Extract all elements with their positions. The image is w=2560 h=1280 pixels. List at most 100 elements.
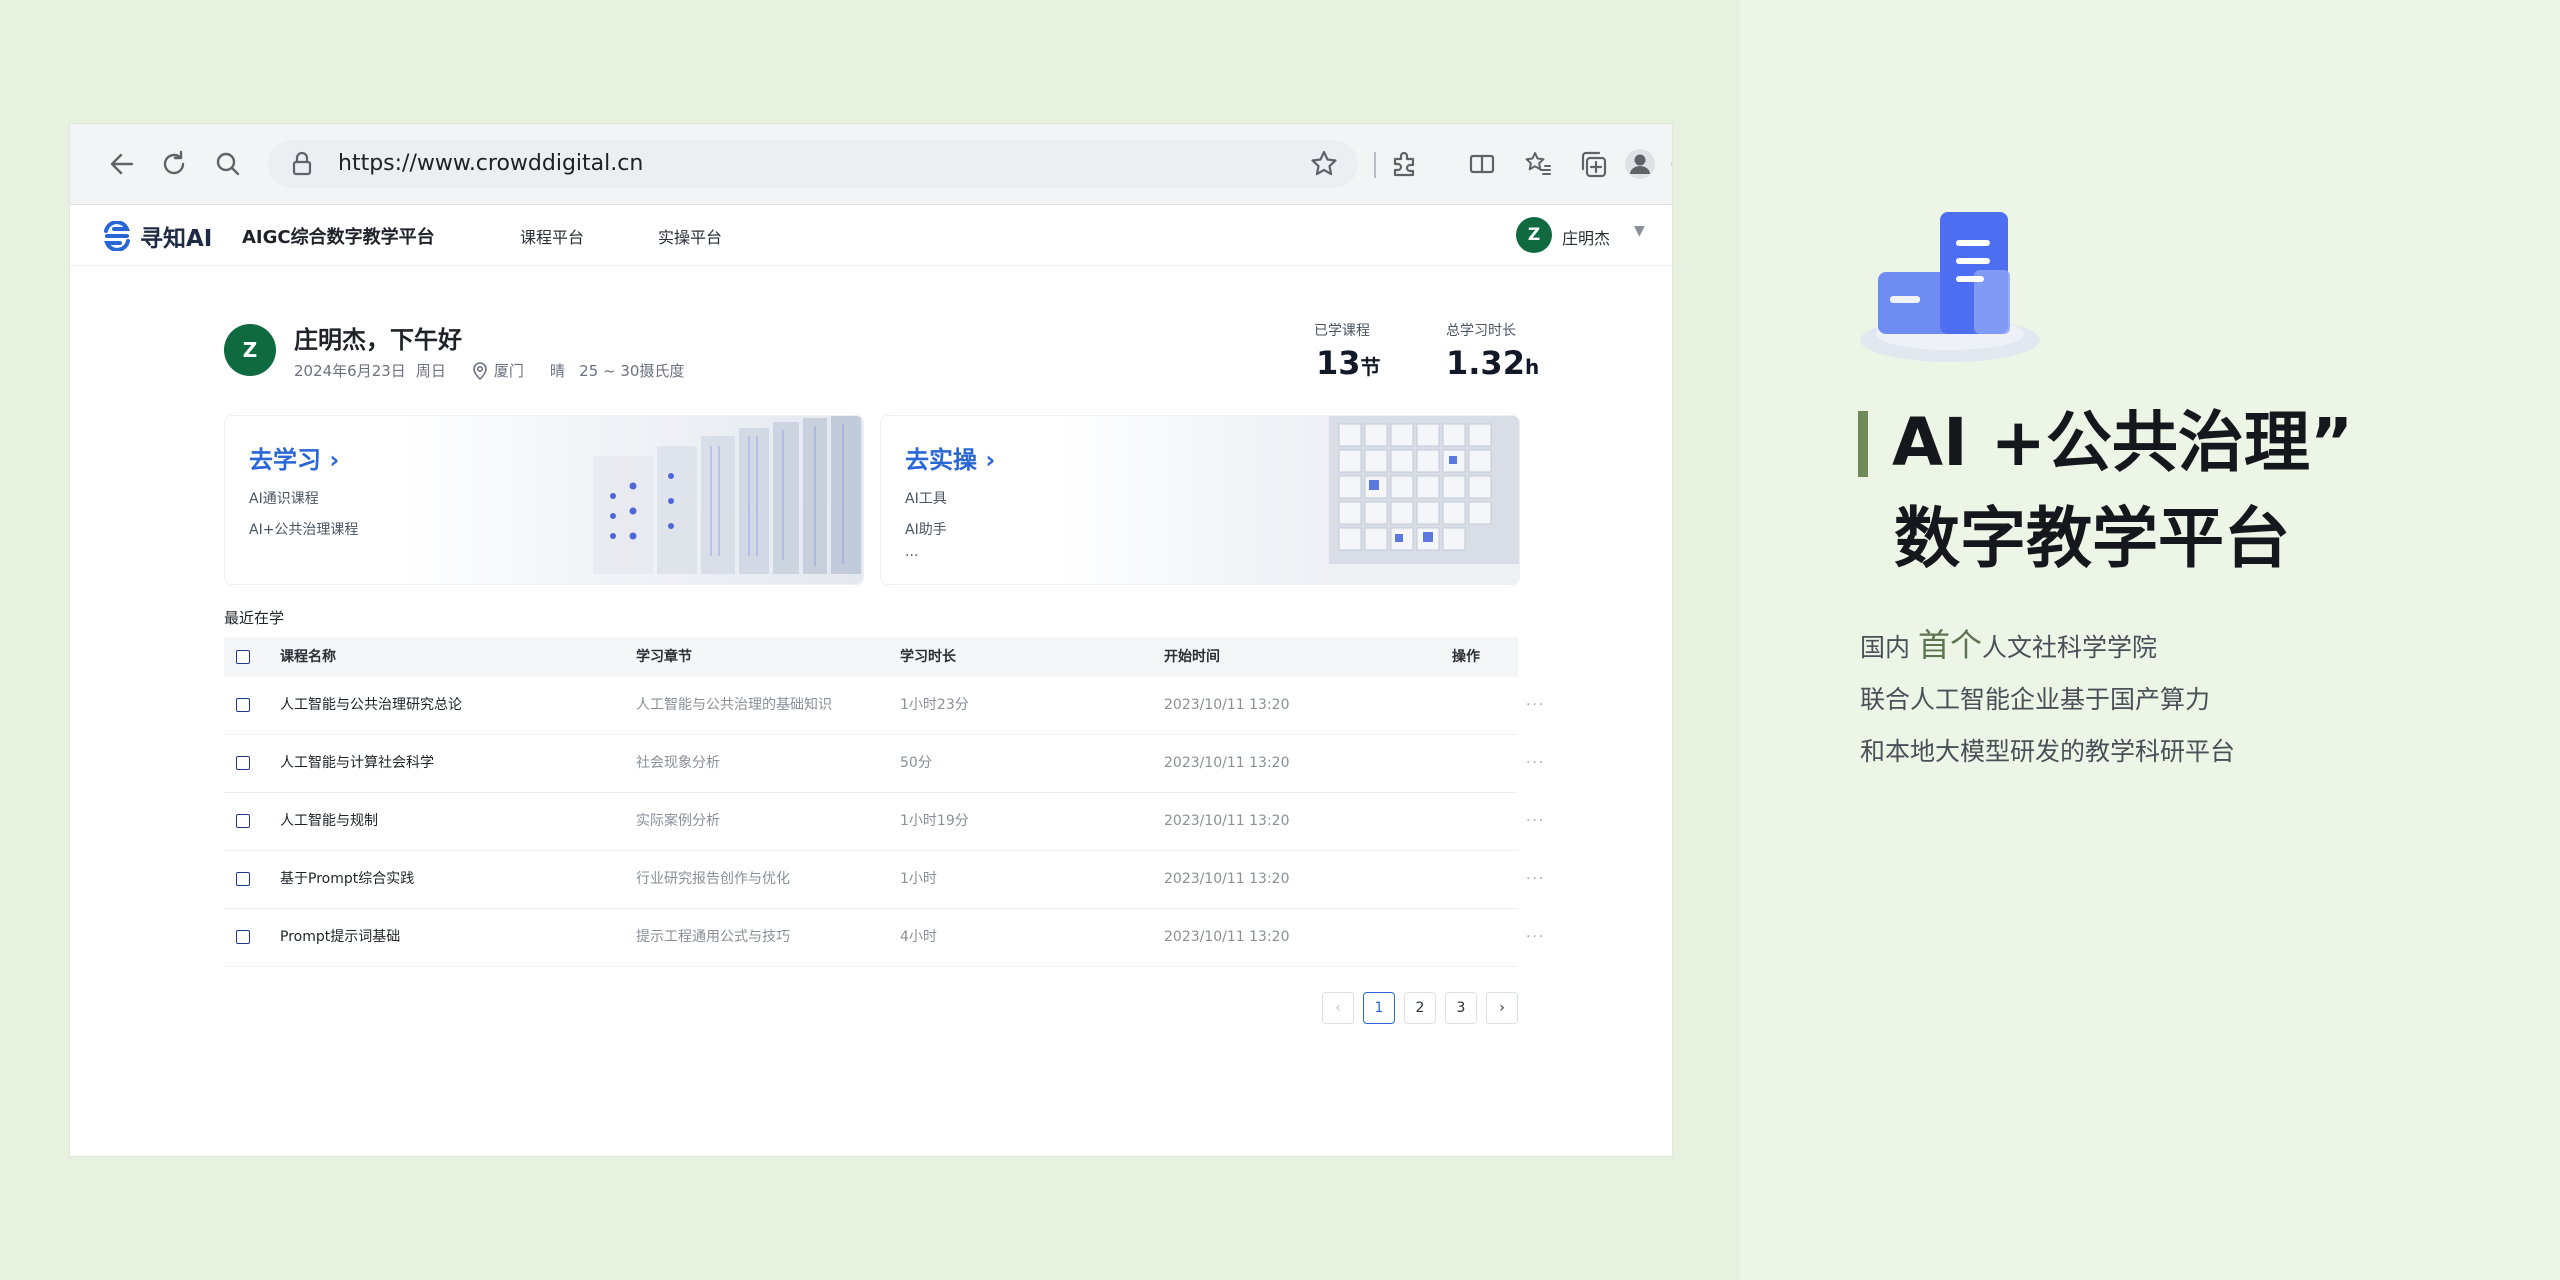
course-chapter: 社会现象分析 — [636, 755, 720, 771]
hero-desc-line1: 国内 首个人文社科学学院 — [1860, 620, 2157, 666]
time-stat-unit: h — [1524, 355, 1540, 379]
user-menu-caret-icon[interactable]: ▼ — [1634, 223, 1645, 239]
practice-card-item[interactable]: ... — [905, 544, 918, 560]
practice-card-item[interactable]: AI工具 — [905, 488, 947, 508]
brand[interactable]: 寻知AI — [102, 219, 212, 253]
course-start-time: 2023/10/11 13:20 — [1164, 929, 1290, 945]
select-all-checkbox[interactable] — [236, 650, 250, 664]
course-duration: 1小时 — [900, 871, 937, 887]
prev-page-button[interactable]: ‹ — [1322, 992, 1354, 1024]
desc-text: 国内 — [1860, 633, 1918, 662]
collections-icon[interactable] — [1576, 146, 1612, 182]
table-header: 课程名称 学习章节 学习时长 开始时间 操作 — [224, 637, 1518, 677]
column-header: 学习时长 — [900, 649, 956, 665]
learn-card-item[interactable]: AI通识课程 — [249, 488, 319, 508]
nav-item-course-platform[interactable]: 课程平台 — [520, 224, 584, 248]
app-header: 寻知AI AIGC综合数字教学平台 课程平台 实操平台 Z 庄明杰 ▼ — [70, 205, 1672, 266]
favorites-icon[interactable] — [1520, 146, 1556, 182]
nav-item-practice-platform[interactable]: 实操平台 — [658, 224, 722, 248]
pagination: ‹ 1 2 3 › — [1322, 992, 1518, 1024]
row-checkbox[interactable] — [236, 756, 250, 770]
course-start-time: 2023/10/11 13:20 — [1164, 697, 1290, 713]
refresh-icon[interactable] — [156, 146, 192, 182]
url-text[interactable]: https://www.crowddigital.cn — [338, 148, 643, 180]
row-more-icon[interactable]: ··· — [1526, 793, 1545, 850]
course-duration: 4小时 — [900, 929, 937, 945]
table-row[interactable]: 基于Prompt综合实践 行业研究报告创作与优化 1小时 2023/10/11 … — [224, 851, 1543, 909]
brand-name: 寻知AI — [140, 226, 213, 252]
page-button-1[interactable]: 1 — [1363, 992, 1395, 1024]
course-start-time: 2023/10/11 13:20 — [1164, 755, 1290, 771]
city-text: 厦门 — [493, 362, 524, 380]
split-screen-icon[interactable] — [1464, 146, 1500, 182]
header-avatar[interactable]: Z — [1516, 217, 1552, 253]
table-row[interactable]: Prompt提示词基础 提示工程通用公式与技巧 4小时 2023/10/11 1… — [224, 909, 1543, 967]
page-button-3[interactable]: 3 — [1445, 992, 1477, 1024]
greeting-meta: 2024年6月23日 周日 厦门 晴 25 ~ 30摄氏度 — [294, 360, 710, 381]
header-user-name[interactable]: 庄明杰 — [1562, 225, 1610, 249]
column-header: 开始时间 — [1164, 649, 1220, 665]
server-rack-illustration — [593, 416, 861, 574]
platform-building-icon — [1860, 212, 2040, 362]
courses-stat-value: 13节 — [1316, 344, 1381, 382]
row-checkbox[interactable] — [236, 930, 250, 944]
course-chapter: 人工智能与公共治理的基础知识 — [636, 697, 832, 713]
course-name[interactable]: 基于Prompt综合实践 — [280, 851, 414, 908]
time-stat-number: 1.32 — [1446, 344, 1525, 382]
hero-title-line1: AI +公共治理” — [1892, 404, 2354, 481]
learn-card-item[interactable]: AI+公共治理课程 — [249, 519, 358, 539]
user-avatar: Z — [224, 324, 276, 376]
learn-card[interactable]: 去学习 › AI通识课程 AI+公共治理课程 — [224, 415, 864, 585]
more-icon[interactable]: ··· — [1664, 146, 1672, 182]
practice-card-title[interactable]: 去实操 › — [905, 440, 995, 475]
table-row[interactable]: 人工智能与规制 实际案例分析 1小时19分 2023/10/11 13:20 ·… — [224, 793, 1543, 851]
course-name[interactable]: 人工智能与公共治理研究总论 — [280, 677, 462, 734]
lock-icon — [284, 146, 320, 182]
search-icon[interactable] — [210, 146, 246, 182]
column-header: 学习章节 — [636, 649, 692, 665]
weekday-text: 周日 — [415, 362, 446, 380]
extensions-icon[interactable] — [1386, 146, 1422, 182]
course-name[interactable]: 人工智能与计算社会科学 — [280, 735, 434, 792]
row-checkbox[interactable] — [236, 698, 250, 712]
time-stat-label: 总学习时长 — [1446, 323, 1516, 339]
time-stat-value: 1.32h — [1446, 344, 1539, 382]
toolbar-divider — [1374, 152, 1376, 178]
courses-stat-unit: 节 — [1360, 355, 1381, 379]
row-more-icon[interactable]: ··· — [1526, 909, 1545, 966]
page-button-2[interactable]: 2 — [1404, 992, 1436, 1024]
hero-desc-line2: 联合人工智能企业基于国产算力 — [1860, 685, 2211, 714]
courses-stat-number: 13 — [1316, 344, 1361, 382]
platform-name: AIGC综合数字教学平台 — [242, 227, 435, 248]
column-header: 课程名称 — [280, 649, 336, 665]
course-duration: 1小时19分 — [900, 813, 969, 829]
course-name[interactable]: Prompt提示词基础 — [280, 909, 400, 966]
practice-card[interactable]: 去实操 › AI工具 AI助手 ... — [880, 415, 1520, 585]
date-text: 2024年6月23日 — [294, 362, 406, 380]
practice-card-item[interactable]: AI助手 — [905, 519, 947, 539]
browser-window: https://www.crowddigital.cn ··· 寻知AI — [70, 124, 1672, 1156]
table-row[interactable]: 人工智能与公共治理研究总论 人工智能与公共治理的基础知识 1小时23分 2023… — [224, 677, 1543, 735]
course-name[interactable]: 人工智能与规制 — [280, 793, 378, 850]
table-row[interactable]: 人工智能与计算社会科学 社会现象分析 50分 2023/10/11 13:20 … — [224, 735, 1543, 793]
profile-icon[interactable] — [1622, 146, 1658, 182]
row-more-icon[interactable]: ··· — [1526, 677, 1545, 734]
next-page-button[interactable]: › — [1486, 992, 1518, 1024]
cube-illustration — [1319, 416, 1519, 584]
row-more-icon[interactable]: ··· — [1526, 851, 1545, 908]
star-icon[interactable] — [1306, 146, 1342, 182]
desc-emphasis: 首个 — [1917, 626, 1982, 664]
course-chapter: 实际案例分析 — [636, 813, 720, 829]
learn-card-title[interactable]: 去学习 › — [249, 440, 339, 475]
course-chapter: 行业研究报告创作与优化 — [636, 871, 790, 887]
hero-desc-line3: 和本地大模型研发的教学科研平台 — [1860, 737, 2236, 766]
row-more-icon[interactable]: ··· — [1526, 735, 1545, 792]
row-checkbox[interactable] — [236, 814, 250, 828]
back-arrow-icon[interactable] — [104, 146, 140, 182]
course-start-time: 2023/10/11 13:20 — [1164, 871, 1290, 887]
column-header: 操作 — [1452, 649, 1480, 665]
course-duration: 50分 — [900, 755, 932, 771]
hero-title-line2: 数字教学平台 — [1894, 500, 2290, 577]
row-checkbox[interactable] — [236, 872, 250, 886]
brand-logo-icon — [104, 221, 130, 251]
